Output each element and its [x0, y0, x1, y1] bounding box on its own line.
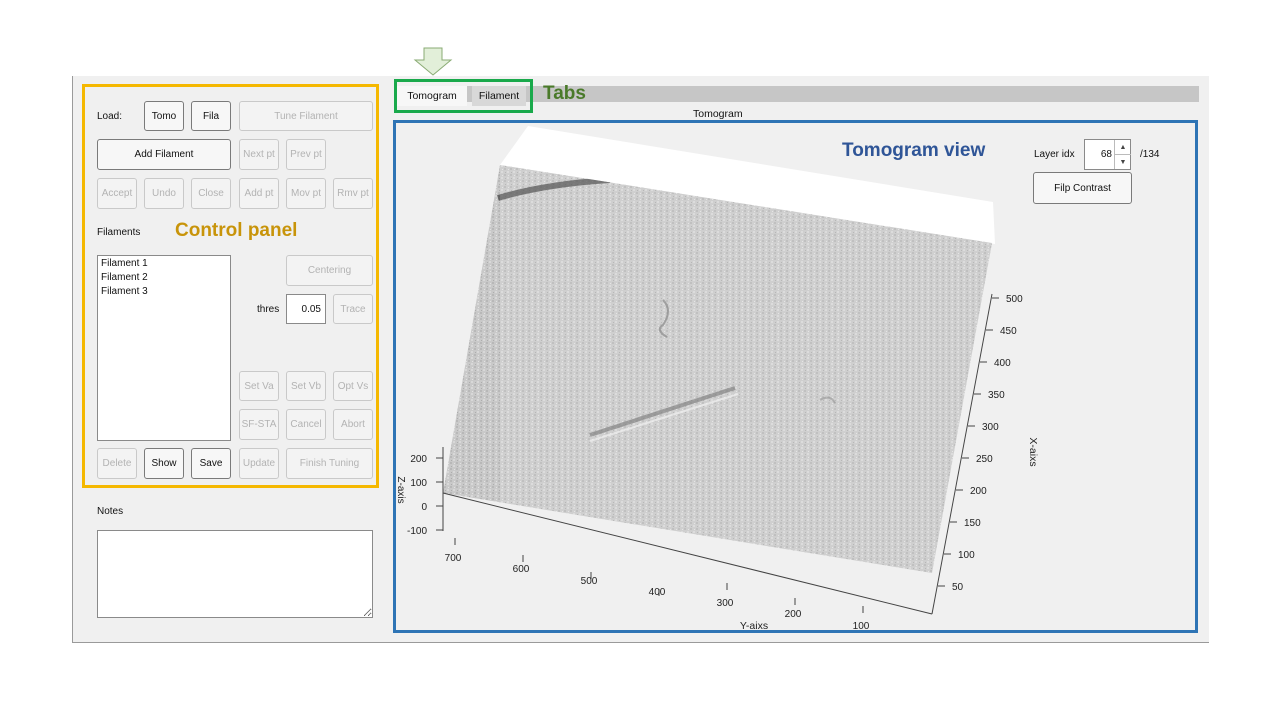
control-panel-annotation: Control panel: [175, 220, 298, 241]
notes-textarea[interactable]: [97, 530, 373, 618]
tomogram-view-highlight: [393, 120, 1198, 633]
down-arrow-icon: [413, 47, 453, 76]
tabs-highlight: [394, 79, 533, 113]
view-title: Tomogram: [693, 108, 743, 120]
tabs-annotation: Tabs: [543, 83, 586, 104]
control-panel-highlight: [82, 84, 379, 488]
notes-label: Notes: [97, 506, 124, 517]
tomogram-view-annotation: Tomogram view: [842, 140, 986, 161]
